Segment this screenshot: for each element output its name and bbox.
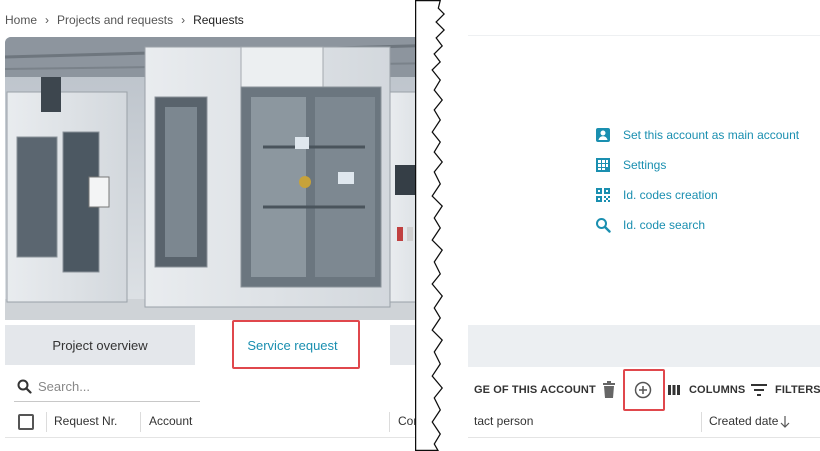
tab-bar: Project overview Service request — [5, 325, 445, 365]
settings-grid-icon — [596, 158, 610, 172]
settings-label: Settings — [623, 158, 667, 172]
set-main-account-label: Set this account as main account — [623, 128, 800, 142]
id-codes-creation-action[interactable]: Id. codes creation — [595, 186, 799, 204]
column-request-nr[interactable]: Request Nr. — [54, 414, 117, 428]
search-input[interactable] — [38, 379, 188, 394]
search-icon — [17, 379, 32, 394]
table-header-left: Request Nr. Account Compa — [5, 408, 445, 438]
id-code-search-action[interactable]: Id. code search — [595, 216, 799, 234]
tab-project-overview[interactable]: Project overview — [5, 325, 195, 365]
breadcrumb: Home › Projects and requests › Requests — [5, 13, 244, 27]
breadcrumb-home[interactable]: Home — [5, 13, 37, 27]
breadcrumb-separator: › — [45, 13, 50, 27]
column-divider — [389, 412, 390, 432]
breadcrumb-separator: › — [181, 13, 186, 27]
sort-down-arrow-icon[interactable] — [780, 416, 790, 428]
column-account[interactable]: Account — [149, 414, 192, 428]
column-created-date[interactable]: Created date — [709, 414, 778, 428]
columns-icon[interactable] — [668, 384, 680, 396]
machine-hero-image — [5, 37, 445, 320]
service-request-highlight-box — [232, 320, 360, 369]
table-header-right: tact person Created date — [468, 408, 820, 438]
column-divider — [701, 412, 702, 432]
columns-button[interactable]: COLUMNS — [689, 384, 745, 396]
account-badge-icon — [596, 128, 610, 142]
left-panel: Home › Projects and requests › Requests — [0, 0, 445, 451]
breadcrumb-requests: Requests — [193, 13, 244, 27]
qr-code-icon — [596, 188, 610, 202]
id-code-search-label: Id. code search — [623, 218, 706, 232]
column-divider — [46, 412, 47, 432]
search-box — [17, 379, 188, 394]
trash-icon[interactable] — [602, 381, 616, 399]
breadcrumb-projects[interactable]: Projects and requests — [57, 13, 173, 27]
account-actions-menu: Set this account as main account Setting… — [595, 126, 799, 234]
screenshot: Home › Projects and requests › Requests — [0, 0, 820, 451]
search-underline — [14, 401, 200, 402]
right-tab-band — [468, 325, 820, 367]
id-codes-creation-label: Id. codes creation — [623, 188, 718, 202]
column-divider — [140, 412, 141, 432]
settings-action[interactable]: Settings — [595, 156, 799, 174]
select-all-checkbox[interactable] — [18, 414, 34, 430]
add-button-highlight-box — [623, 369, 665, 411]
torn-edge-divider — [415, 0, 468, 451]
right-top-band — [468, 0, 820, 36]
filter-icon[interactable] — [751, 383, 767, 397]
search-icon — [596, 218, 611, 233]
set-main-account-action[interactable]: Set this account as main account — [595, 126, 799, 144]
filters-button[interactable]: FILTERS — [775, 384, 820, 396]
